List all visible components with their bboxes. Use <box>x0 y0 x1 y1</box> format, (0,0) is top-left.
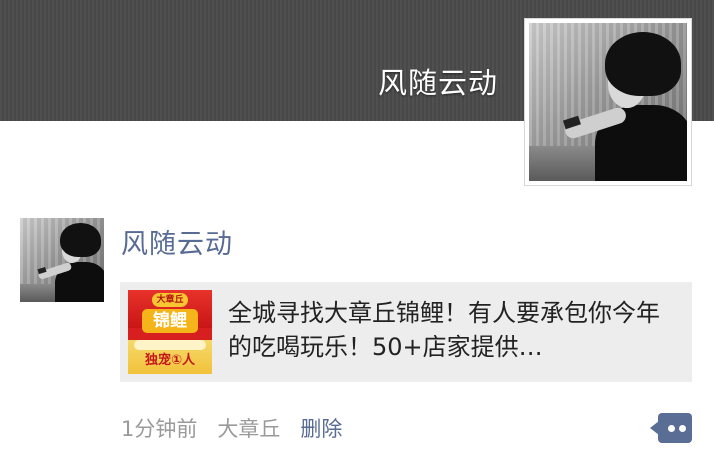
post-author-name[interactable]: 风随云动 <box>121 222 233 261</box>
post-author-avatar[interactable] <box>20 218 104 302</box>
profile-name: 风随云动 <box>377 66 498 100</box>
shared-link-card[interactable]: 大章丘 锦鲤 独宠①人 全城寻找大章丘锦鲤！有人要承包你今年的吃喝玩乐！50+店… <box>120 282 692 382</box>
comment-dots-icon[interactable] <box>650 413 692 443</box>
thumbnail-badge: 大章丘 <box>152 293 188 307</box>
post-time: 1分钟前 <box>121 417 198 441</box>
post-meta: 1分钟前 大章丘 删除 <box>121 413 342 443</box>
avatar-photo <box>20 218 104 302</box>
thumbnail-title: 锦鲤 <box>142 309 198 333</box>
profile-avatar[interactable] <box>524 18 692 186</box>
link-title: 全城寻找大章丘锦鲤！有人要承包你今年的吃喝玩乐！50+店家提供… <box>228 299 660 361</box>
post-location[interactable]: 大章丘 <box>217 413 280 443</box>
link-thumbnail: 大章丘 锦鲤 独宠①人 <box>128 290 212 374</box>
delete-button[interactable]: 删除 <box>300 413 342 443</box>
thumbnail-caption: 独宠①人 <box>144 353 195 368</box>
avatar-photo <box>529 23 687 181</box>
